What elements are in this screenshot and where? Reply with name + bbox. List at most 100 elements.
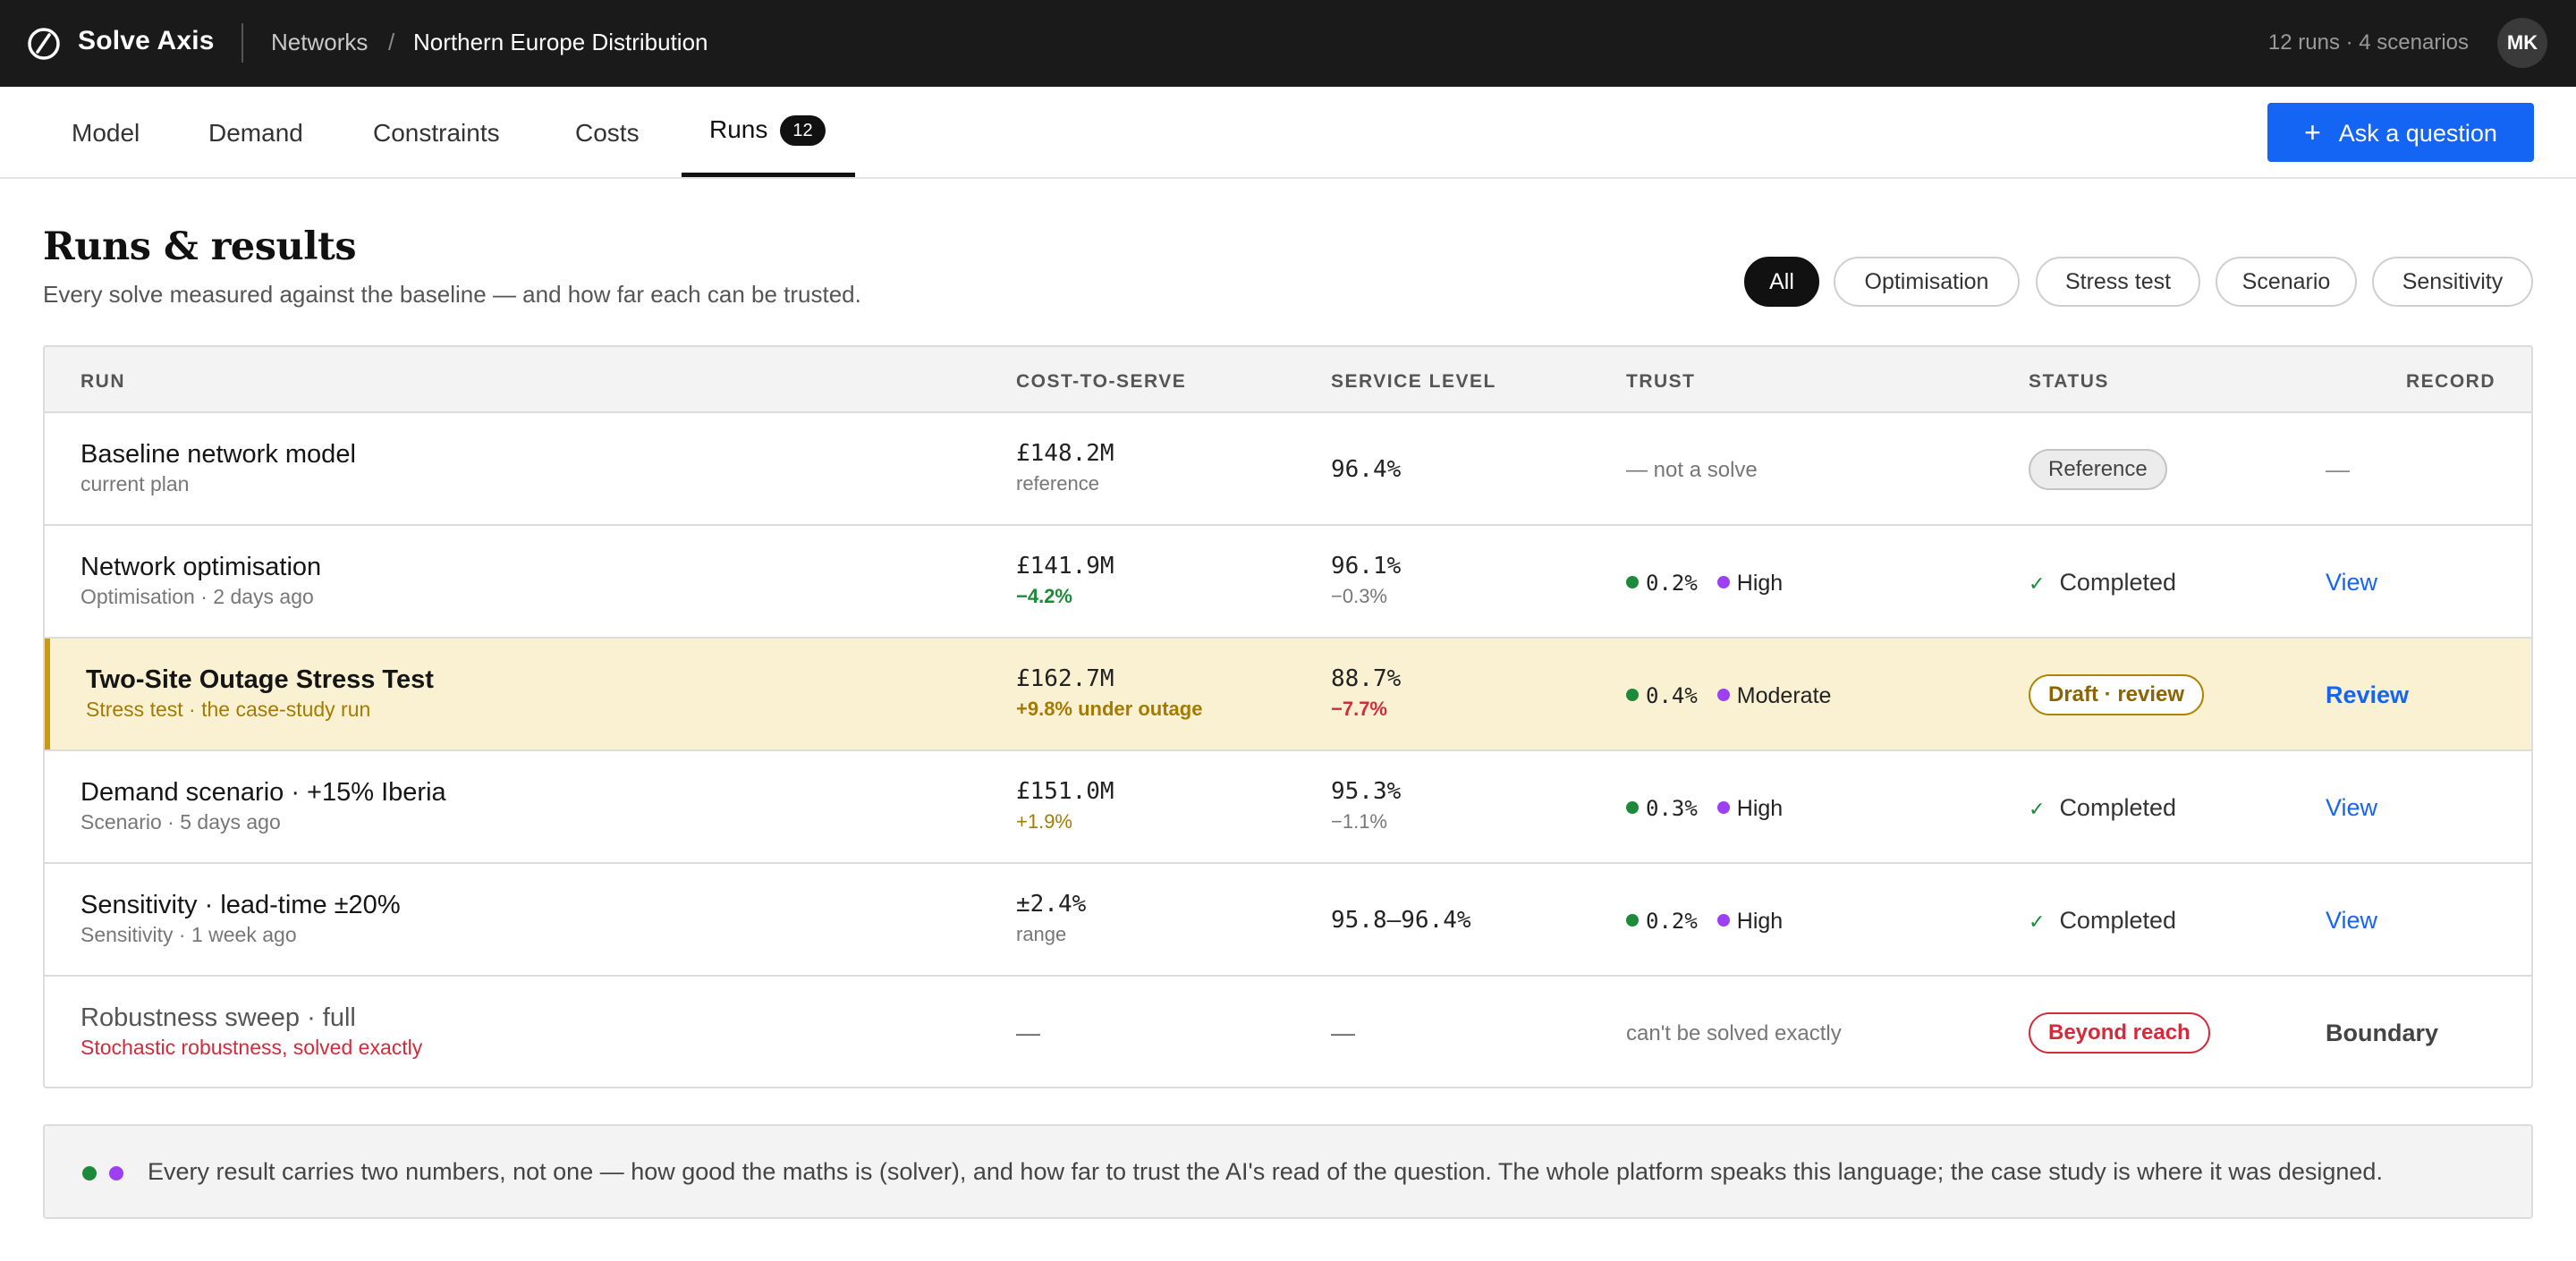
header-service-level[interactable]: SERVICE LEVEL (1331, 371, 1496, 393)
solver-dot-icon (1626, 689, 1639, 701)
trust-explainer-note: Every result carries two numbers, not on… (43, 1124, 2533, 1219)
cost-delta: +1.9% (1016, 810, 1072, 833)
top-divider (242, 23, 243, 63)
trust-text: can't be solved exactly (1626, 1021, 1842, 1045)
runs-count-badge: 12 (780, 115, 826, 146)
user-avatar[interactable]: MK (2497, 18, 2547, 68)
tab-runs[interactable]: Runs 12 (709, 115, 826, 146)
boundary-link[interactable]: Boundary (2326, 1020, 2438, 1047)
trust-indicators: 0.3% High (1626, 796, 1783, 822)
cost-value: ±2.4% (1016, 891, 1087, 918)
status-badge: Beyond reach (2029, 1012, 2210, 1054)
header-cost-to-serve[interactable]: COST-TO-SERVE (1016, 371, 1186, 393)
header-status[interactable]: STATUS (2029, 371, 2109, 393)
cost-value: — (1016, 1020, 1040, 1046)
tab-demand[interactable]: Demand (208, 119, 303, 148)
check-icon: ✓ (2029, 910, 2046, 933)
cost-delta: reference (1016, 472, 1099, 495)
filter-all[interactable]: All (1744, 257, 1819, 307)
run-subtitle: Stress test · the case-study run (86, 698, 371, 721)
tab-costs[interactable]: Costs (575, 119, 640, 148)
plus-icon: + (2304, 116, 2321, 148)
service-value: 95.3% (1331, 778, 1402, 805)
cost-delta: −4.2% (1016, 585, 1072, 607)
run-name: Network optimisation (80, 553, 322, 581)
run-subtitle: Stochastic robustness, solved exactly (80, 1036, 423, 1059)
service-delta: −1.1% (1331, 810, 1387, 833)
cost-value: £151.0M (1016, 778, 1114, 805)
solver-dot-icon (1626, 914, 1639, 927)
ask-question-button[interactable]: + Ask a question (2267, 103, 2534, 162)
ai-dot-icon (1716, 914, 1730, 927)
breadcrumb-current: Northern Europe Distribution (413, 29, 708, 55)
status-label: Completed (2059, 569, 2177, 596)
header-trust[interactable]: TRUST (1626, 371, 1696, 393)
filter-sensitivity[interactable]: Sensitivity (2372, 257, 2533, 307)
service-value: 88.7% (1331, 665, 1402, 692)
table-header: RUN COST-TO-SERVE SERVICE LEVEL TRUST ST… (45, 347, 2531, 413)
cost-value: £162.7M (1016, 665, 1114, 692)
solver-gap: 0.4% (1646, 683, 1698, 708)
table-row[interactable]: Robustness sweep · full Stochastic robus… (45, 977, 2531, 1087)
cost-delta: +9.8% under outage (1016, 698, 1203, 720)
service-value: 96.4% (1331, 456, 1402, 483)
ai-dot-icon (1716, 801, 1730, 814)
table-row[interactable]: Baseline network model current plan £148… (45, 413, 2531, 526)
header-record[interactable]: RECORD (2406, 371, 2496, 393)
tab-model[interactable]: Model (72, 119, 140, 148)
status-completed: ✓ Completed (2029, 794, 2176, 822)
check-icon: ✓ (2029, 572, 2046, 595)
view-link[interactable]: View (2326, 907, 2377, 935)
status-badge: Reference (2029, 449, 2167, 490)
header-run[interactable]: RUN (80, 371, 125, 393)
status-label: Completed (2059, 907, 2177, 934)
table-row[interactable]: Network optimisation Optimisation · 2 da… (45, 526, 2531, 639)
brand-name[interactable]: Solve Axis (78, 26, 215, 56)
ai-dot-icon (1716, 689, 1730, 701)
run-subtitle: Optimisation · 2 days ago (80, 585, 314, 608)
note-text: Every result carries two numbers, not on… (148, 1158, 2383, 1185)
service-value: 95.8–96.4% (1331, 907, 1471, 934)
page-subtitle: Every solve measured against the baselin… (43, 281, 861, 308)
solver-dot-icon (82, 1166, 97, 1181)
solver-gap: 0.2% (1646, 909, 1698, 934)
ai-dot-icon (1716, 576, 1730, 588)
run-name: Sensitivity · lead-time ±20% (80, 891, 401, 919)
breadcrumb-networks[interactable]: Networks (271, 29, 368, 56)
view-link[interactable]: View (2326, 569, 2377, 597)
service-delta: −7.7% (1331, 698, 1387, 720)
table-row-highlighted[interactable]: Two-Site Outage Stress Test Stress test … (45, 639, 2531, 751)
ai-confidence: High (1736, 909, 1784, 934)
run-subtitle: current plan (80, 472, 190, 495)
status-badge: Draft · review (2029, 674, 2205, 715)
table-row[interactable]: Sensitivity · lead-time ±20% Sensitivity… (45, 864, 2531, 977)
ai-dot-icon (109, 1166, 123, 1181)
solver-gap: 0.2% (1646, 571, 1698, 596)
run-name: Two-Site Outage Stress Test (86, 665, 434, 694)
filter-scenario[interactable]: Scenario (2216, 257, 2357, 307)
tab-bar: Model Demand Constraints Costs Runs 12 + A… (0, 87, 2576, 179)
ai-confidence: Moderate (1736, 683, 1832, 708)
breadcrumb-separator: / (388, 29, 395, 55)
review-link[interactable]: Review (2326, 681, 2409, 709)
service-value: 96.1% (1331, 553, 1402, 580)
runs-table: RUN COST-TO-SERVE SERVICE LEVEL TRUST ST… (43, 345, 2533, 1088)
status-completed: ✓ Completed (2029, 569, 2176, 597)
check-icon: ✓ (2029, 798, 2046, 820)
table-row[interactable]: Demand scenario · +15% Iberia Scenario ·… (45, 751, 2531, 864)
run-name: Robustness sweep · full (80, 1003, 356, 1032)
view-link[interactable]: View (2326, 794, 2377, 822)
service-value: — (1331, 1020, 1355, 1046)
runs-meta: 12 runs · 4 scenarios (2267, 30, 2469, 55)
solver-gap: 0.3% (1646, 796, 1698, 821)
filter-optimisation[interactable]: Optimisation (1834, 257, 2020, 307)
filter-stress-test[interactable]: Stress test (2036, 257, 2200, 307)
solver-dot-icon (1626, 801, 1639, 814)
run-subtitle: Scenario · 5 days ago (80, 810, 281, 834)
run-name: Baseline network model (80, 440, 356, 469)
trust-indicators: 0.2% High (1626, 909, 1783, 935)
tab-constraints[interactable]: Constraints (373, 119, 500, 148)
record-empty: — (2326, 456, 2350, 483)
active-tab-indicator (682, 173, 855, 177)
trust-text: — not a solve (1626, 458, 1758, 482)
